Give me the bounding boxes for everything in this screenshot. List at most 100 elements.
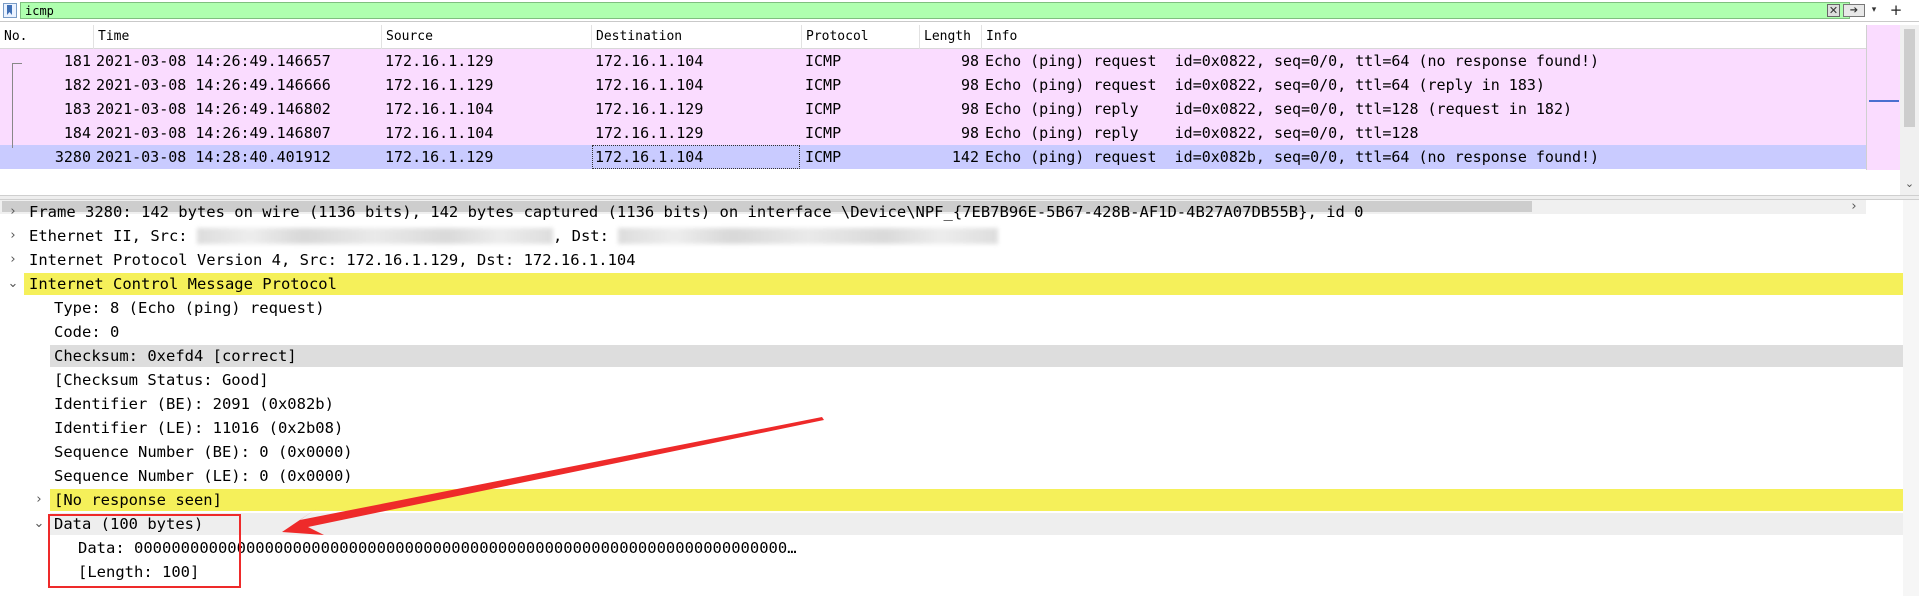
cell-info: Echo (ping) request id=0x0822, seq=0/0, … [985, 52, 1600, 70]
cell-length: 98 [960, 76, 979, 94]
apply-filter-icon[interactable]: ➔ [1843, 4, 1865, 17]
column-header-time[interactable]: Time [94, 25, 382, 49]
cell-source: 172.16.1.104 [385, 100, 494, 118]
tree-item-ethernet[interactable]: › Ethernet II, Src: , Dst: [0, 224, 1919, 248]
cell-length: 98 [960, 100, 979, 118]
tree-item-checksum[interactable]: Checksum: 0xefd4 [correct] [0, 344, 1919, 368]
highlight-band [50, 513, 1919, 535]
tree-label: Sequence Number (BE): 0 (0x0000) [54, 443, 353, 461]
column-header-length[interactable]: Length [920, 25, 982, 49]
add-filter-button-icon[interactable]: + [1889, 2, 1903, 18]
cell-time: 2021-03-08 14:26:49.146802 [96, 100, 331, 118]
minimap-selection-marker [1869, 100, 1899, 102]
highlight-band [50, 345, 1919, 367]
cell-destination: 172.16.1.104 [595, 76, 704, 94]
tree-label: Identifier (LE): 11016 (0x2b08) [54, 419, 344, 437]
expand-arrow-icon[interactable]: › [7, 248, 19, 272]
column-header-source[interactable]: Source [382, 25, 592, 49]
tree-item-ipv4[interactable]: › Internet Protocol Version 4, Src: 172.… [0, 248, 1919, 272]
expand-arrow-icon[interactable]: › [7, 224, 19, 248]
cell-protocol: ICMP [805, 52, 842, 70]
highlight-band [50, 489, 1919, 511]
tree-label: Internet Control Message Protocol [29, 275, 337, 293]
redacted-destination-mac [618, 228, 999, 244]
tree-item-data-value[interactable]: Data: 0000000000000000000000000000000000… [0, 536, 1919, 560]
filter-history-dropdown-icon[interactable]: ▾ [1868, 4, 1880, 17]
collapse-arrow-icon[interactable]: ⌄ [7, 272, 19, 296]
cell-source: 172.16.1.129 [385, 148, 494, 166]
tree-label: [No response seen] [54, 491, 222, 509]
cell-destination: 172.16.1.129 [595, 100, 704, 118]
column-header-info[interactable]: Info [982, 25, 1866, 49]
tree-item-checksum-status[interactable]: [Checksum Status: Good] [0, 368, 1919, 392]
packet-row-selected[interactable]: 3280 2021-03-08 14:28:40.401912 172.16.1… [0, 145, 1866, 169]
cell-info: Echo (ping) request id=0x0822, seq=0/0, … [985, 76, 1545, 94]
tree-item-sequence-be[interactable]: Sequence Number (BE): 0 (0x0000) [0, 440, 1919, 464]
packet-list-header: No. Time Source Destination Protocol Len… [0, 25, 1866, 49]
cell-time: 2021-03-08 14:26:49.146657 [96, 52, 331, 70]
tree-item-frame[interactable]: › Frame 3280: 142 bytes on wire (1136 bi… [0, 200, 1919, 224]
display-filter-toolbar: ✕ ➔ ▾ + [0, 0, 1919, 22]
column-header-no[interactable]: No. [0, 25, 94, 49]
tree-item-type[interactable]: Type: 8 (Echo (ping) request) [0, 296, 1919, 320]
cell-protocol: ICMP [805, 124, 842, 142]
tree-item-identifier-be[interactable]: Identifier (BE): 2091 (0x082b) [0, 392, 1919, 416]
packet-details-pane: › Frame 3280: 142 bytes on wire (1136 bi… [0, 200, 1919, 596]
packet-row[interactable]: 182 2021-03-08 14:26:49.146666 172.16.1.… [0, 73, 1866, 97]
cell-length: 142 [951, 148, 979, 166]
cell-destination: 172.16.1.104 [595, 52, 704, 70]
expand-arrow-icon[interactable]: › [7, 200, 19, 224]
tree-label: Ethernet II, Src: [29, 227, 188, 245]
tree-item-no-response[interactable]: › [No response seen] [0, 488, 1919, 512]
packet-list-pane: No. Time Source Destination Protocol Len… [0, 25, 1919, 214]
tree-label-dst: , Dst: [552, 227, 609, 245]
cell-info: Echo (ping) reply id=0x0822, seq=0/0, tt… [985, 100, 1572, 118]
cell-time: 2021-03-08 14:28:40.401912 [96, 148, 331, 166]
display-filter-input[interactable] [20, 2, 1850, 19]
bookmark-icon[interactable] [3, 3, 17, 18]
tree-label: Type: 8 (Echo (ping) request) [54, 299, 325, 317]
column-header-protocol[interactable]: Protocol [802, 25, 920, 49]
packet-list-vertical-scrollbar[interactable]: ⌄ [1900, 25, 1919, 195]
vertical-scroll-thumb[interactable] [1904, 29, 1915, 127]
tree-item-sequence-le[interactable]: Sequence Number (LE): 0 (0x0000) [0, 464, 1919, 488]
tree-label: Frame 3280: 142 bytes on wire (1136 bits… [29, 203, 1364, 221]
tree-label: Code: 0 [54, 323, 120, 341]
expand-arrow-icon[interactable]: › [33, 488, 45, 512]
scroll-down-icon[interactable]: ⌄ [1900, 175, 1919, 193]
cell-no: 3280 [54, 148, 91, 166]
tree-label: Identifier (BE): 2091 (0x082b) [54, 395, 334, 413]
column-header-destination[interactable]: Destination [592, 25, 802, 49]
cell-destination-focused[interactable]: 172.16.1.104 [592, 145, 800, 169]
tree-label: Internet Protocol Version 4, Src: 172.16… [29, 251, 636, 269]
cell-info: Echo (ping) request id=0x082b, seq=0/0, … [985, 148, 1600, 166]
cell-protocol: ICMP [805, 148, 842, 166]
tree-item-identifier-le[interactable]: Identifier (LE): 11016 (0x2b08) [0, 416, 1919, 440]
cell-info: Echo (ping) reply id=0x0822, seq=0/0, tt… [985, 124, 1419, 142]
tree-item-icmp[interactable]: ⌄ Internet Control Message Protocol [0, 272, 1919, 296]
tree-label: Sequence Number (LE): 0 (0x0000) [54, 467, 353, 485]
conversation-bracket [12, 63, 22, 148]
cell-source: 172.16.1.104 [385, 124, 494, 142]
clear-filter-icon[interactable]: ✕ [1827, 4, 1840, 17]
tree-item-data-length[interactable]: [Length: 100] [0, 560, 1919, 584]
details-vertical-scrollbar[interactable] [1903, 200, 1919, 596]
cell-time: 2021-03-08 14:26:49.146807 [96, 124, 331, 142]
cell-length: 98 [960, 124, 979, 142]
cell-destination: 172.16.1.129 [595, 124, 704, 142]
packet-row[interactable]: 184 2021-03-08 14:26:49.146807 172.16.1.… [0, 121, 1866, 145]
packet-minimap[interactable] [1866, 25, 1900, 170]
collapse-arrow-icon[interactable]: ⌄ [33, 512, 45, 536]
packet-row[interactable]: 181 2021-03-08 14:26:49.146657 172.16.1.… [0, 49, 1866, 73]
cell-protocol: ICMP [805, 76, 842, 94]
tree-item-data[interactable]: ⌄ Data (100 bytes) [0, 512, 1919, 536]
packet-row[interactable]: 183 2021-03-08 14:26:49.146802 172.16.1.… [0, 97, 1866, 121]
cell-source: 172.16.1.129 [385, 76, 494, 94]
cell-time: 2021-03-08 14:26:49.146666 [96, 76, 331, 94]
tree-label: [Checksum Status: Good] [54, 371, 269, 389]
cell-protocol: ICMP [805, 100, 842, 118]
tree-label: Checksum: 0xefd4 [correct] [54, 347, 297, 365]
redacted-source-mac [196, 228, 553, 244]
tree-item-code[interactable]: Code: 0 [0, 320, 1919, 344]
annotation-highlight-box [48, 514, 241, 588]
